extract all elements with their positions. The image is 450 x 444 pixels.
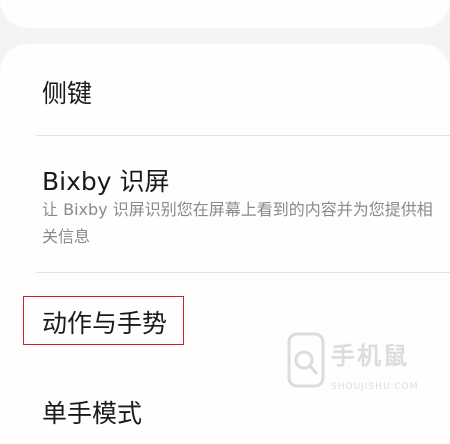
- divider: [36, 135, 450, 136]
- side-key-item[interactable]: 侧键: [0, 60, 450, 120]
- watermark-icon: [287, 332, 325, 388]
- watermark-url: SHOUJISHU.COM: [331, 382, 419, 392]
- side-key-title: 侧键: [42, 79, 93, 108]
- one-handed-mode-title: 单手模式: [42, 399, 143, 428]
- watermark-logo: 手机鼠 SHOUJISHU.COM: [285, 330, 445, 420]
- bixby-vision-title: Bixby 识屏: [42, 167, 170, 196]
- highlight-box: [23, 296, 184, 345]
- bixby-vision-description: 让 Bixby 识屏识别您在屏幕上看到的内容并为您提供相关信息: [42, 200, 433, 246]
- watermark-brand: 手机鼠: [331, 342, 409, 370]
- bixby-vision-item[interactable]: Bixby 识屏 让 Bixby 识屏识别您在屏幕上看到的内容并为您提供相关信息: [0, 150, 450, 260]
- divider: [36, 272, 450, 273]
- previous-settings-card: [0, 0, 450, 28]
